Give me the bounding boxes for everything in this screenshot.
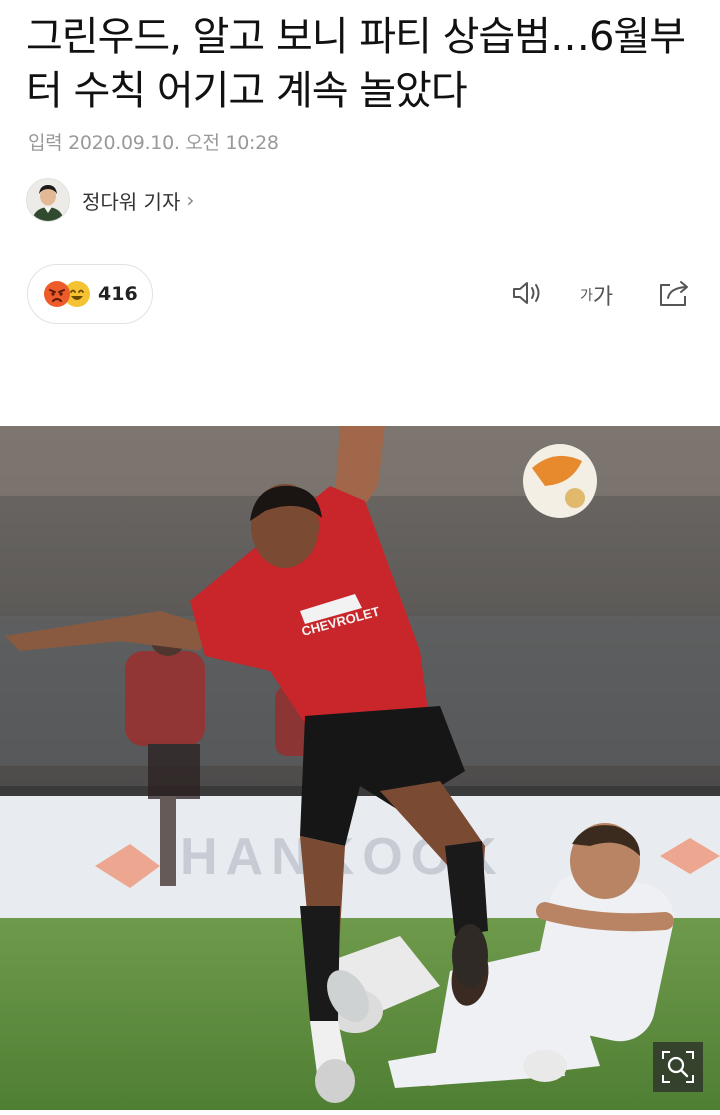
font-size-button[interactable]: 가가 — [580, 278, 613, 312]
publish-date: 입력 2020.09.10. 오전 10:28 — [28, 132, 279, 154]
share-button[interactable] — [656, 278, 692, 312]
reporter-link[interactable]: 정다워 기자 › — [26, 178, 194, 222]
reaction-count: 416 — [98, 283, 138, 305]
zoom-search-icon — [661, 1050, 695, 1084]
chevron-right-icon: › — [186, 188, 195, 212]
reporter-name: 정다워 기자 — [82, 189, 181, 214]
font-size-small-glyph: 가 — [580, 288, 593, 304]
angry-face-icon — [44, 281, 70, 307]
article-photo: HANKOOK CHEVROLET — [0, 426, 720, 1110]
zoom-button[interactable] — [653, 1042, 703, 1092]
font-size-large-glyph: 가 — [592, 285, 614, 310]
reporter-avatar — [26, 178, 70, 222]
share-icon — [656, 277, 692, 313]
article-headline: 그린우드, 알고 보니 파티 상습범…6월부터 수칙 어기고 계속 놀았다 — [26, 14, 686, 114]
reaction-button[interactable]: 416 — [27, 264, 153, 324]
text-to-speech-button[interactable] — [510, 278, 546, 312]
speaker-icon — [510, 278, 546, 312]
